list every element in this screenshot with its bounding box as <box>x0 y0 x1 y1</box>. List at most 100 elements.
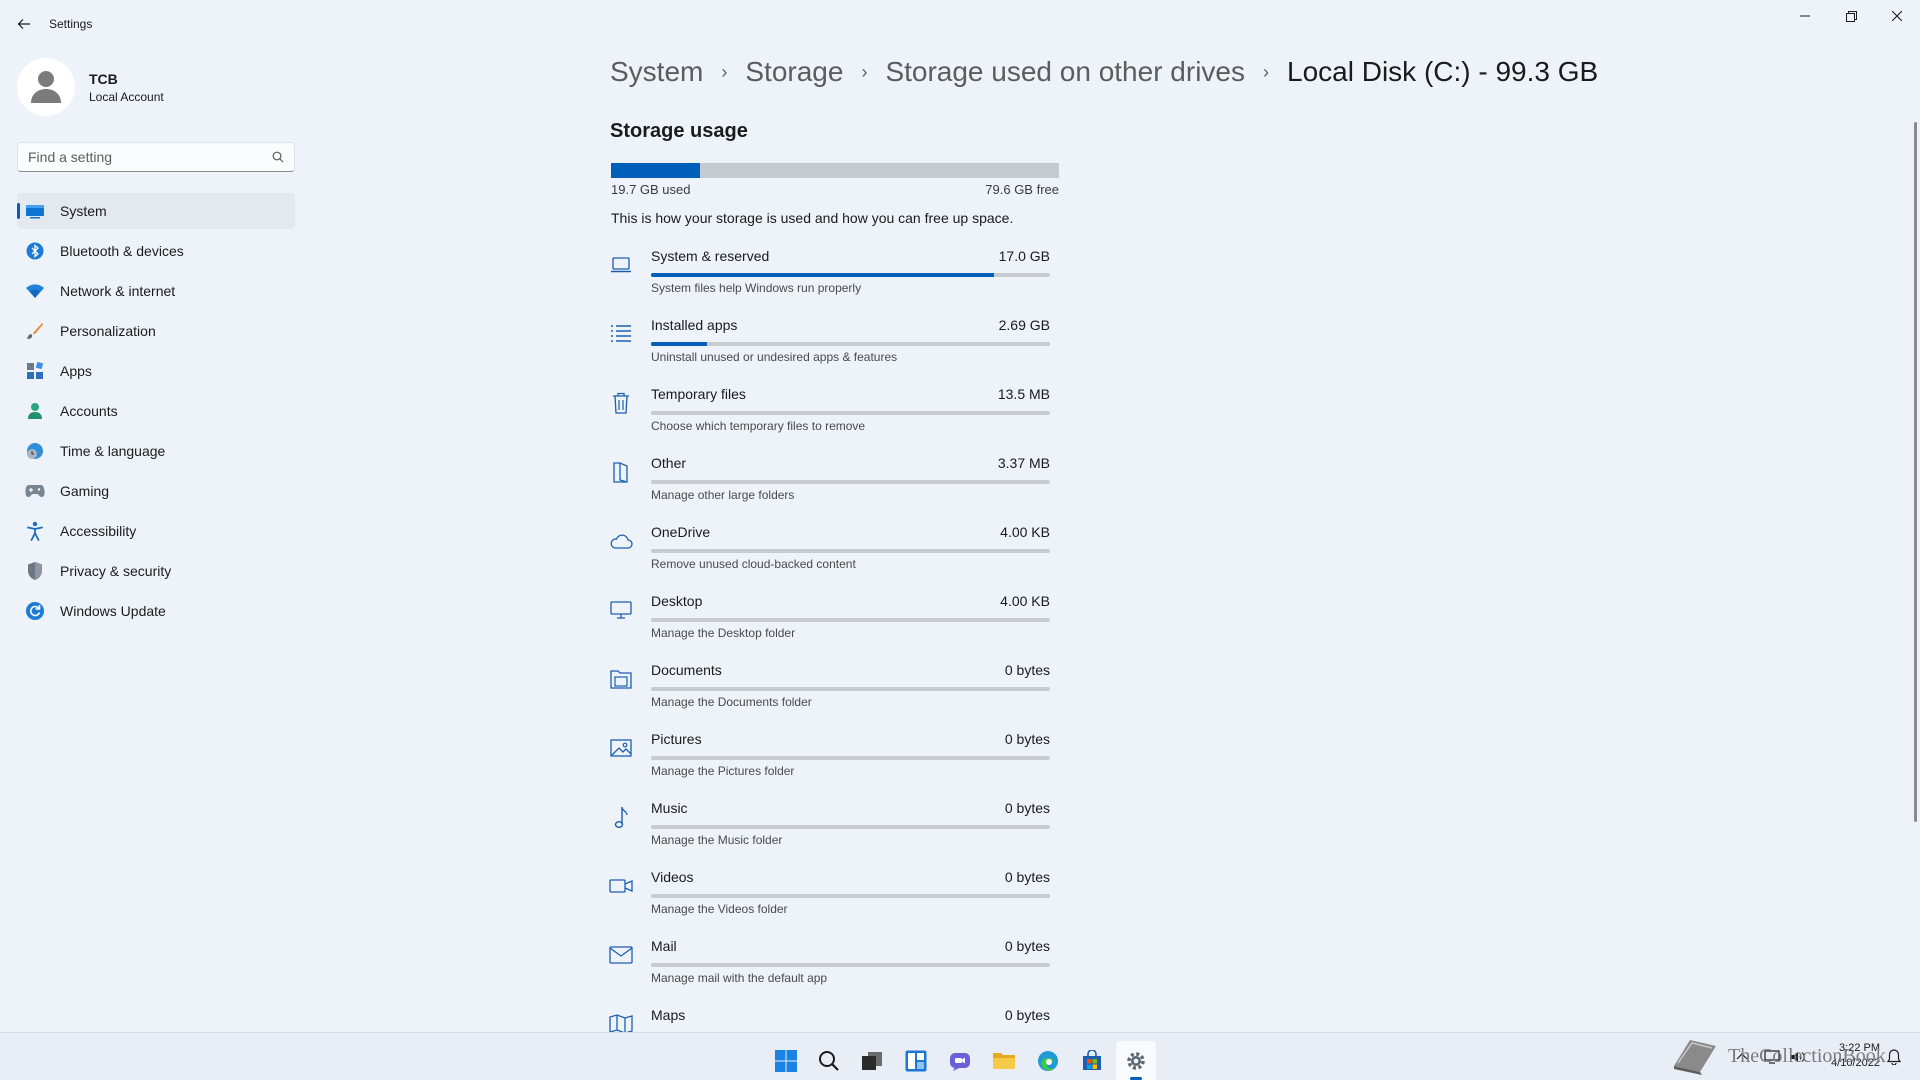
storage-category-desktop[interactable]: Desktop 4.00 KB Manage the Desktop folder <box>608 591 1050 660</box>
image-icon <box>608 735 634 761</box>
sidebar-item-label: Personalization <box>60 323 156 339</box>
storage-category-other[interactable]: Other 3.37 MB Manage other large folders <box>608 453 1050 522</box>
page-title: Local Disk (C:) - 99.3 GB <box>1287 56 1599 87</box>
back-button[interactable] <box>10 10 38 38</box>
user-profile[interactable]: TCB Local Account <box>17 58 164 116</box>
sidebar-item-bluetooth[interactable]: Bluetooth & devices <box>17 233 295 269</box>
sidebar-item-windows-update[interactable]: Windows Update <box>17 593 295 629</box>
category-usage-bar <box>651 894 1050 898</box>
app-title: Settings <box>49 17 93 31</box>
category-subtitle: Remove unused cloud-backed content <box>651 557 856 571</box>
category-usage-fill <box>651 342 707 346</box>
folder-open-icon <box>608 459 634 485</box>
settings-icon <box>1127 1052 1145 1070</box>
category-size: 0 bytes <box>1004 731 1050 747</box>
category-size: 4.00 KB <box>1000 524 1050 540</box>
breadcrumb-storage[interactable]: Storage <box>745 56 843 88</box>
title-bar: Settings <box>0 0 1920 48</box>
sidebar-item-label: Accounts <box>60 403 118 419</box>
restore-button[interactable] <box>1828 0 1874 32</box>
free-space-label: 79.6 GB free <box>985 182 1059 197</box>
taskbar-search-button[interactable] <box>809 1041 849 1080</box>
category-size: 0 bytes <box>1004 869 1050 885</box>
bluetooth-icon <box>25 241 45 261</box>
store-button[interactable] <box>1072 1041 1112 1080</box>
avatar <box>17 58 75 116</box>
sidebar-item-personalization[interactable]: Personalization <box>17 313 295 349</box>
sidebar-item-accounts[interactable]: Accounts <box>17 393 295 429</box>
category-size: 0 bytes <box>1004 938 1050 954</box>
list-icon <box>608 321 634 347</box>
sidebar-item-accessibility[interactable]: Accessibility <box>17 513 295 549</box>
category-name: Installed apps <box>651 317 738 333</box>
storage-category-onedrive[interactable]: OneDrive 4.00 KB Remove unused cloud-backe… <box>608 522 1050 591</box>
category-name: Pictures <box>651 731 702 747</box>
storage-category-music[interactable]: Music 0 bytes Manage the Music folder <box>608 798 1050 867</box>
sidebar-item-label: Bluetooth & devices <box>60 243 184 259</box>
category-name: Documents <box>651 662 722 678</box>
book-logo-icon <box>1674 1040 1716 1075</box>
storage-category-list: System & reserved 17.0 GB System files hel… <box>608 246 1050 1074</box>
close-button[interactable] <box>1874 0 1920 32</box>
edge-button[interactable] <box>1028 1041 1068 1080</box>
sidebar-item-system[interactable]: System <box>17 193 295 229</box>
sidebar-item-apps[interactable]: Apps <box>17 353 295 389</box>
category-subtitle: System files help Windows run properly <box>651 281 862 295</box>
category-size: 2.69 GB <box>998 317 1050 333</box>
search-box[interactable] <box>17 142 295 172</box>
scrollbar[interactable] <box>1914 122 1917 822</box>
search-input[interactable] <box>28 149 272 165</box>
accessibility-icon <box>25 521 45 541</box>
file-explorer-button[interactable] <box>984 1041 1024 1080</box>
sidebar-item-label: Time & language <box>60 443 166 459</box>
profile-name: TCB <box>89 70 118 87</box>
category-size: 0 bytes <box>1004 662 1050 678</box>
category-name: OneDrive <box>651 524 711 540</box>
video-camera-icon <box>608 873 634 899</box>
category-usage-bar <box>651 480 1050 484</box>
breadcrumb-other-drives[interactable]: Storage used on other drives <box>885 56 1245 88</box>
widgets-button[interactable] <box>896 1041 936 1080</box>
category-usage-bar <box>651 825 1050 829</box>
category-name: Desktop <box>651 593 703 609</box>
category-usage-bar <box>651 687 1050 691</box>
start-button[interactable] <box>766 1041 806 1080</box>
sidebar-item-privacy[interactable]: Privacy & security <box>17 553 295 589</box>
category-subtitle: Manage the Documents folder <box>651 695 812 709</box>
category-name: Mail <box>651 938 677 954</box>
used-space-label: 19.7 GB used <box>611 182 691 197</box>
notification-icon[interactable] <box>1887 1049 1901 1065</box>
storage-description: This is how your storage is used and how… <box>611 210 1014 226</box>
sidebar-item-label: Privacy & security <box>60 563 172 579</box>
system-icon <box>25 201 45 221</box>
minimize-button[interactable] <box>1782 0 1828 32</box>
storage-category-documents[interactable]: Documents 0 bytes Manage the Documents fol… <box>608 660 1050 729</box>
storage-category-installed-apps[interactable]: Installed apps 2.69 GB Uninstall unused or… <box>608 315 1050 384</box>
sidebar-item-label: Accessibility <box>60 523 137 539</box>
sidebar-item-network[interactable]: Network & internet <box>17 273 295 309</box>
search-icon <box>819 1051 839 1071</box>
storage-category-temporary-files[interactable]: Temporary files 13.5 MB Choose which tempo… <box>608 384 1050 453</box>
category-subtitle: Manage the Pictures folder <box>651 764 795 778</box>
search-icon <box>272 151 284 163</box>
storage-category-mail[interactable]: Mail 0 bytes Manage mail with the default … <box>608 936 1050 1005</box>
category-usage-bar <box>651 273 1050 277</box>
sidebar-item-time-language[interactable]: Time & language <box>17 433 295 469</box>
task-view-button[interactable] <box>852 1041 892 1080</box>
close-icon <box>1892 11 1902 21</box>
storage-category-system-reserved[interactable]: System & reserved 17.0 GB System files hel… <box>608 246 1050 315</box>
breadcrumb: System › Storage › Storage used on other… <box>610 56 1598 88</box>
sidebar-item-label: Gaming <box>60 483 110 499</box>
sidebar-item-gaming[interactable]: Gaming <box>17 473 295 509</box>
breadcrumb-chevron-icon: › <box>861 61 868 82</box>
settings-taskbar-button[interactable] <box>1116 1041 1156 1080</box>
storage-category-videos[interactable]: Videos 0 bytes Manage the Videos folder <box>608 867 1050 936</box>
section-title: Storage usage <box>610 120 748 142</box>
total-usage-fill <box>611 163 700 178</box>
category-size: 0 bytes <box>1004 1007 1050 1023</box>
category-usage-bar <box>651 549 1050 553</box>
breadcrumb-system[interactable]: System <box>610 56 703 88</box>
storage-category-pictures[interactable]: Pictures 0 bytes Manage the Pictures folde… <box>608 729 1050 798</box>
chat-button[interactable] <box>940 1041 980 1080</box>
update-icon <box>25 601 45 621</box>
